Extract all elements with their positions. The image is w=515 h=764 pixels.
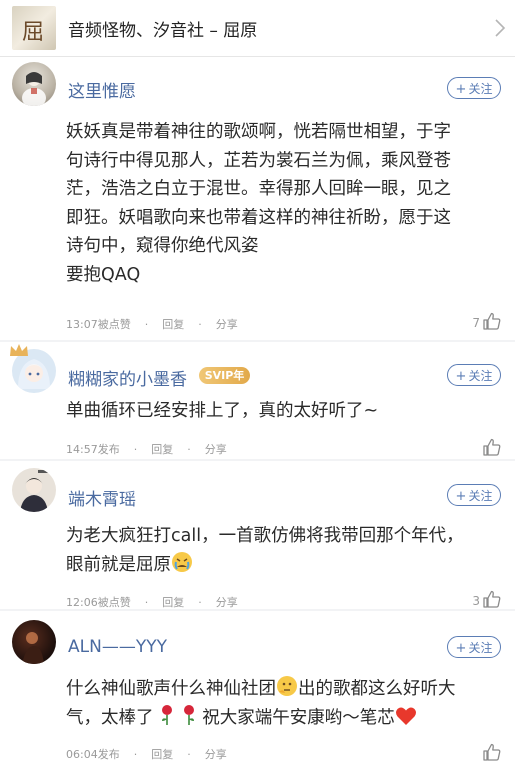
reply-button[interactable]: 回复 — [162, 594, 184, 610]
like-button[interactable] — [468, 742, 502, 762]
like-count: 7 — [472, 316, 480, 330]
comment-time: 14:57发布 — [66, 443, 120, 456]
thumbs-up-icon — [483, 438, 501, 456]
thumbs-up-icon — [483, 743, 501, 761]
follow-button[interactable]: + 关注 — [447, 77, 501, 99]
comment-username[interactable]: 这里惟愿 — [68, 77, 136, 102]
song-header[interactable]: 屈原 音频怪物、汐音社 – 屈原 — [0, 0, 515, 57]
comment-line: 妖妖真是带着神往的歌颂啊，恍若隔世相望，于字 — [66, 122, 451, 142]
comment-text: 妖妖真是带着神往的歌颂啊，恍若隔世相望，于字 句诗行中得见那人，芷若为裳石兰为佩… — [66, 118, 496, 289]
share-button[interactable]: 分享 — [216, 594, 238, 610]
follow-button[interactable]: + 关注 — [447, 636, 501, 658]
comment-meta: 14:57发布 · 回复 · 分享 — [66, 441, 227, 457]
thumbs-up-icon — [483, 590, 501, 608]
follow-label: 关注 — [468, 82, 493, 96]
avatar-figure-icon — [20, 470, 50, 512]
follow-button[interactable]: + 关注 — [447, 364, 501, 386]
comment-text: 什么神仙歌声什么神仙社团 出的歌都这么好听大 气，太棒了 祝大家端午安康哟～笔芯 — [66, 675, 496, 732]
comment-line: 眼前就是屈原 — [66, 554, 171, 575]
svip-badge: SVIP年 — [199, 367, 250, 384]
avatar[interactable] — [12, 62, 56, 106]
comment-text: 单曲循环已经安排上了，真的太好听了~ — [66, 397, 496, 426]
reply-button[interactable]: 回复 — [151, 441, 173, 457]
comment-line: 为老大疯狂打call，一首歌仿佛将我带回那个年代， — [66, 526, 464, 546]
comment-time: 13:07被点赞 — [66, 318, 131, 331]
like-button[interactable]: 3 — [468, 589, 502, 609]
like-button[interactable] — [468, 437, 502, 457]
comment-line: 茫，浩浩之白立于混世。幸得那人回眸一眼，见之 — [66, 179, 451, 199]
song-title: 音频怪物、汐音社 – 屈原 — [68, 21, 258, 41]
song-cover-image: 屈原 — [12, 6, 56, 50]
comment-line: 句诗行中得见那人，芷若为裳石兰为佩，乘风登苍 — [66, 150, 451, 171]
chevron-right-icon — [495, 19, 506, 37]
follow-label: 关注 — [468, 641, 493, 655]
like-button[interactable]: 7 — [468, 311, 502, 331]
like-count: 3 — [472, 594, 480, 608]
comment-time: 12:06被点赞 — [66, 596, 131, 609]
comment-line: 要抱QAQ — [66, 264, 141, 285]
comment-meta: 06:04发布 · 回复 · 分享 — [66, 746, 227, 762]
comment-line: 出的歌都这么好听大 — [298, 679, 456, 699]
comment-line: 气，太棒了 — [66, 707, 154, 728]
share-button[interactable]: 分享 — [205, 746, 227, 762]
comment-meta: 13:07被点赞 · 回复 · 分享 — [66, 316, 238, 332]
share-button[interactable]: 分享 — [205, 441, 227, 457]
follow-button[interactable]: + 关注 — [447, 484, 501, 506]
comment-text: 为老大疯狂打call，一首歌仿佛将我带回那个年代， 眼前就是屈原 — [66, 522, 496, 579]
share-button[interactable]: 分享 — [216, 316, 238, 332]
comment-username[interactable]: ALN——YYY — [68, 637, 167, 657]
comment-meta: 12:06被点赞 · 回复 · 分享 — [66, 594, 238, 610]
reply-button[interactable]: 回复 — [151, 746, 173, 762]
comment-username[interactable]: 端木霄瑶 — [68, 485, 136, 510]
heart-icon — [395, 707, 416, 725]
comment-username[interactable]: 糊糊家的小墨香 — [68, 365, 187, 390]
avatar-figure-icon — [22, 72, 46, 106]
comment-line: 诗句中，窥得你绝代风姿 — [66, 236, 259, 256]
comment-line: 祝大家端午安康哟～笔芯 — [202, 707, 395, 728]
thinking-emoji-icon — [277, 676, 297, 696]
follow-label: 关注 — [468, 369, 493, 383]
comment-line: 即狂。妖唱歌向来也带着这样的神往祈盼，愿于这 — [66, 207, 451, 228]
reply-button[interactable]: 回复 — [162, 316, 184, 332]
rose-icon — [183, 704, 194, 725]
thumbs-up-icon — [483, 312, 501, 330]
rose-icon — [162, 704, 173, 725]
crown-icon — [10, 344, 28, 356]
crying-emoji-icon — [172, 551, 192, 572]
comment-time: 06:04发布 — [66, 748, 120, 761]
avatar[interactable] — [12, 620, 56, 664]
comment-line: 单曲循环已经安排上了，真的太好听了~ — [66, 401, 379, 421]
avatar[interactable] — [12, 468, 56, 512]
avatar-figure-icon — [22, 632, 44, 664]
follow-label: 关注 — [468, 489, 493, 503]
cover-calligraphy: 屈原 — [22, 20, 45, 45]
comment-line: 什么神仙歌声什么神仙社团 — [66, 679, 276, 699]
